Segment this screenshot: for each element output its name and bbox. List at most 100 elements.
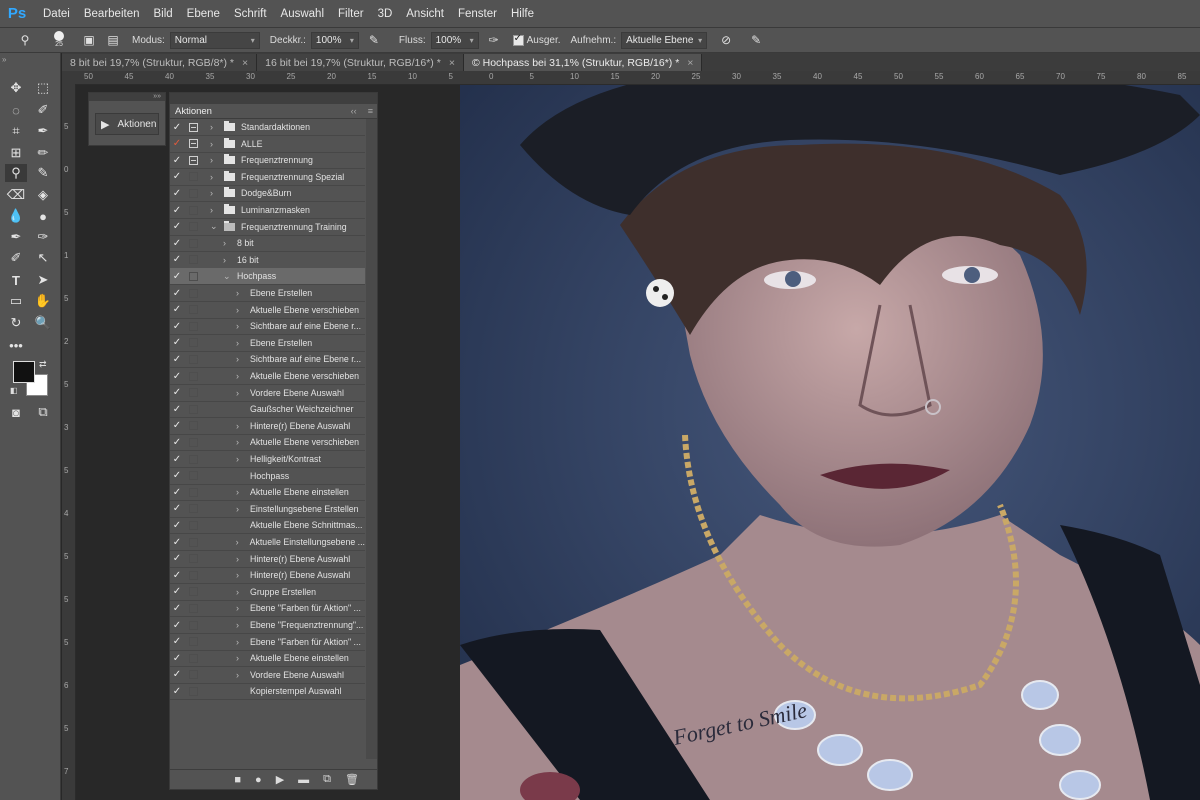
toggle-dialog-icon[interactable] xyxy=(189,504,198,514)
toggle-item-checkbox[interactable]: ✓ xyxy=(170,603,184,614)
default-colors-icon[interactable]: ◧ xyxy=(10,386,18,395)
menu-item-hilfe[interactable]: Hilfe xyxy=(504,8,541,20)
toggle-item-checkbox[interactable]: ✓ xyxy=(170,669,184,680)
healing-brush-tool-icon[interactable]: ⊞ xyxy=(5,144,27,162)
toggle-dialog-icon[interactable] xyxy=(189,637,198,647)
chevron-right-icon[interactable]: › xyxy=(210,155,218,165)
toggle-item-checkbox[interactable]: ✓ xyxy=(170,553,184,564)
panel-header[interactable] xyxy=(170,93,377,104)
brush-panel-icon[interactable]: ▤ xyxy=(104,31,122,49)
toggle-dialog-icon[interactable] xyxy=(189,487,198,497)
chevron-right-icon[interactable]: › xyxy=(236,288,244,298)
action-row[interactable]: ✓ › Aktuelle Ebene einstellen xyxy=(170,650,365,668)
chevron-right-icon[interactable]: › xyxy=(210,188,218,198)
action-row[interactable]: ✓ › Aktuelle Einstellungsebene ... xyxy=(170,534,365,551)
chevron-right-icon[interactable]: › xyxy=(236,504,244,514)
toggle-item-checkbox[interactable]: ✓ xyxy=(170,503,184,514)
expand-icon[interactable]: »» xyxy=(153,93,161,101)
sample-select[interactable]: Aktuelle Ebene ▾ xyxy=(621,31,708,49)
action-row[interactable]: ✓ › Aktuelle Ebene verschieben xyxy=(170,434,365,452)
action-row[interactable]: ✓ Kopierstempel Auswahl xyxy=(170,683,365,701)
toggle-item-checkbox[interactable]: ✓ xyxy=(170,138,184,149)
quick-mask-icon[interactable]: ◙ xyxy=(5,403,27,421)
action-row[interactable]: ✓ › Hintere(r) Ebene Auswahl xyxy=(170,551,365,568)
toggle-dialog-icon[interactable] xyxy=(189,437,198,447)
toggle-item-checkbox[interactable]: ✓ xyxy=(170,304,184,315)
toggle-item-checkbox[interactable]: ✓ xyxy=(170,288,184,299)
stop-icon[interactable]: ■ xyxy=(234,774,241,786)
chevron-right-icon[interactable]: › xyxy=(236,587,244,597)
toggle-dialog-icon[interactable] xyxy=(189,338,198,348)
action-row[interactable]: ✓ › Hintere(r) Ebene Auswahl xyxy=(170,567,365,585)
toggle-dialog-icon[interactable] xyxy=(189,255,198,265)
toggle-dialog-icon[interactable] xyxy=(188,537,198,547)
toggle-dialog-icon[interactable] xyxy=(189,188,198,198)
toggle-dialog-icon[interactable] xyxy=(189,653,198,663)
action-row[interactable]: ✓ Gaußscher Weichzeichner xyxy=(170,401,365,419)
action-set-row[interactable]: ✓ › Frequenztrennung Spezial xyxy=(170,169,365,186)
flow-field[interactable]: 100% ▾ xyxy=(430,31,479,49)
action-row[interactable]: ✓ › Hintere(r) Ebene Auswahl xyxy=(170,418,365,435)
toggle-dialog-icon[interactable] xyxy=(189,371,198,381)
action-row[interactable]: ✓ › Einstellungsebene Erstellen xyxy=(170,501,365,518)
action-row[interactable]: ✓ › Gruppe Erstellen xyxy=(170,584,365,601)
new-action-icon[interactable]: ⧉ xyxy=(323,773,331,786)
action-row[interactable]: ✓ › Vordere Ebene Auswahl xyxy=(170,385,365,402)
trash-icon[interactable]: 🗑 xyxy=(345,773,359,786)
toggle-item-checkbox[interactable]: ✓ xyxy=(170,337,184,348)
toggle-dialog-icon[interactable] xyxy=(189,670,198,680)
dodge-tool-icon[interactable]: ● xyxy=(32,207,54,225)
menu-item-3d[interactable]: 3D xyxy=(371,8,400,20)
mode-select[interactable]: Normal ▾ xyxy=(169,31,260,49)
chevron-right-icon[interactable]: › xyxy=(236,388,244,398)
toggle-item-checkbox[interactable]: ✓ xyxy=(170,354,184,365)
action-row[interactable]: ✓ › Ebene Erstellen xyxy=(170,335,365,352)
panel-header[interactable]: »» xyxy=(89,93,165,101)
action-row[interactable]: ✓ › Ebene "Farben für Aktion" ... xyxy=(170,600,365,618)
chevron-right-icon[interactable]: › xyxy=(236,371,244,381)
toggle-item-checkbox[interactable]: ✓ xyxy=(170,122,184,133)
toggle-item-checkbox[interactable]: ✓ xyxy=(170,487,184,498)
toggle-dialog-icon[interactable] xyxy=(189,603,198,613)
chevron-right-icon[interactable]: › xyxy=(210,122,218,132)
collapse-icon[interactable]: » xyxy=(2,55,6,64)
opacity-field[interactable]: 100% ▾ xyxy=(310,31,359,49)
toggle-item-checkbox[interactable]: ✓ xyxy=(170,254,184,265)
horizontal-ruler[interactable]: 50 45 40 35 30 25 20 15 10 5 0 5 10 15 20 25 30 35 40 45 50 5… xyxy=(62,71,1200,85)
clone-source-panel-icon[interactable]: ▣ xyxy=(80,31,98,49)
chevron-right-icon[interactable]: › xyxy=(236,537,244,547)
action-row[interactable]: ✓ › Vordere Ebene Auswahl xyxy=(170,667,365,684)
toggle-dialog-icon[interactable] xyxy=(189,139,198,149)
scrollbar[interactable] xyxy=(366,119,377,759)
action-row[interactable]: ✓ › Sichtbare auf eine Ebene r... xyxy=(170,351,365,369)
more-tools-icon[interactable]: ••• xyxy=(5,336,27,354)
action-row[interactable]: ✓ › Sichtbare auf eine Ebene r... xyxy=(170,318,365,336)
toggle-item-checkbox[interactable]: ✓ xyxy=(170,620,184,631)
brush-preset-icon[interactable]: 25 xyxy=(50,31,68,49)
menu-item-bearbeiten[interactable]: Bearbeiten xyxy=(77,8,147,20)
toggle-item-checkbox[interactable]: ✓ xyxy=(170,470,184,481)
chevron-right-icon[interactable]: › xyxy=(236,437,244,447)
toggle-dialog-icon[interactable] xyxy=(189,222,198,232)
toggle-item-checkbox[interactable]: ✓ xyxy=(170,520,184,531)
clone-stamp-tool-icon[interactable]: ⚲ xyxy=(16,31,34,49)
chevron-right-icon[interactable]: › xyxy=(236,305,244,315)
toggle-item-checkbox[interactable]: ✓ xyxy=(170,686,184,697)
toggle-dialog-icon[interactable] xyxy=(189,686,198,696)
toggle-dialog-icon[interactable] xyxy=(189,388,198,398)
action-row[interactable]: ✓ › Ebene "Frequenztrennung"... xyxy=(170,617,365,634)
chevron-right-icon[interactable]: › xyxy=(236,670,244,680)
toggle-item-checkbox[interactable]: ✓ xyxy=(170,188,184,199)
screen-mode-icon[interactable]: ⧉ xyxy=(32,403,54,421)
menu-item-auswahl[interactable]: Auswahl xyxy=(274,8,331,20)
tab-16bit[interactable]: 16 bit bei 19,7% (Struktur, RGB/16*) * × xyxy=(257,54,464,71)
toggle-item-checkbox[interactable]: ✓ xyxy=(170,537,184,548)
action-row[interactable]: ✓ › Ebene "Farben für Aktion" ... xyxy=(170,634,365,651)
tab-aktionen[interactable]: Aktionen xyxy=(170,105,217,117)
action-set-row[interactable]: ✓ ⌄ Frequenztrennung Training xyxy=(170,219,365,236)
chevron-right-icon[interactable]: › xyxy=(236,338,244,348)
chevron-right-icon[interactable]: › xyxy=(236,554,244,564)
action-row[interactable]: ✓ ⌄ Hochpass xyxy=(170,268,365,286)
chevron-right-icon[interactable]: › xyxy=(210,172,218,182)
chevron-right-icon[interactable]: › xyxy=(210,139,218,149)
